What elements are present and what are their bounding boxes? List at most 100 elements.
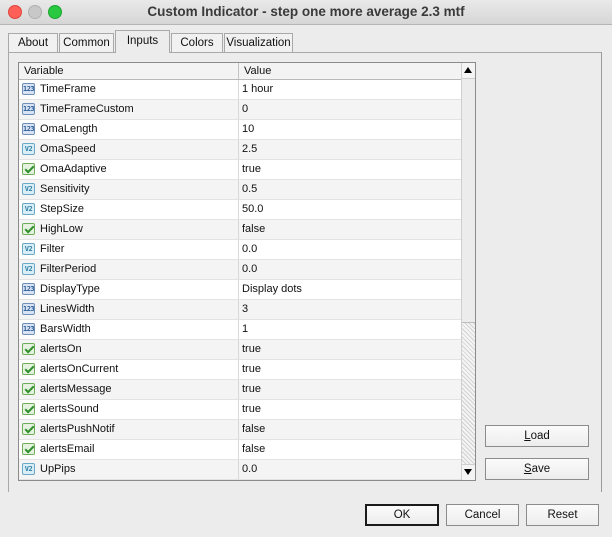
variable-name: BarsWidth (40, 323, 91, 335)
variable-name: Sensitivity (40, 183, 90, 195)
value-cell[interactable]: true (239, 340, 461, 359)
table-row[interactable]: V2 Sensitivity 0.5 (19, 180, 461, 200)
table-row[interactable]: V2 FilterPeriod 0.0 (19, 260, 461, 280)
value-cell[interactable]: 2.5 (239, 140, 461, 159)
cancel-button[interactable]: Cancel (446, 504, 519, 526)
table-row[interactable]: 123 BarsWidth 1 (19, 320, 461, 340)
table-row[interactable]: OmaAdaptive true (19, 160, 461, 180)
double-icon: V2 (22, 243, 35, 255)
table-row[interactable]: 123 TimeFrameCustom 0 (19, 100, 461, 120)
variable-cell[interactable]: alertsEmail (19, 440, 239, 459)
variable-cell[interactable]: 123 TimeFrameCustom (19, 100, 239, 119)
tab-colors[interactable]: Colors (171, 33, 223, 52)
value-cell[interactable]: 3 (239, 300, 461, 319)
variable-cell[interactable]: V2 OmaSpeed (19, 140, 239, 159)
scroll-down-arrow-icon[interactable] (462, 464, 475, 480)
column-header-value[interactable]: Value (239, 63, 461, 79)
save-label: ave (531, 463, 551, 475)
load-label: oad (530, 430, 550, 442)
table-row[interactable]: 123 LinesWidth 3 (19, 300, 461, 320)
variable-cell[interactable]: alertsPushNotif (19, 420, 239, 439)
value-cell[interactable]: 50.0 (239, 200, 461, 219)
int-icon: 123 (22, 283, 35, 295)
table-row[interactable]: V2 OmaSpeed 2.5 (19, 140, 461, 160)
table-row[interactable]: alertsOn true (19, 340, 461, 360)
table-row[interactable]: 123 OmaLength 10 (19, 120, 461, 140)
ok-button[interactable]: OK (365, 504, 439, 526)
variable-cell[interactable]: V2 UpPips (19, 460, 239, 479)
variable-name: HighLow (40, 223, 83, 235)
table-row[interactable]: V2 UpPips 0.0 (19, 460, 461, 480)
int-icon: 123 (22, 103, 35, 115)
value-cell[interactable]: true (239, 400, 461, 419)
variable-cell[interactable]: V2 Filter (19, 240, 239, 259)
value-cell[interactable]: 0.0 (239, 460, 461, 479)
value-cell[interactable]: false (239, 420, 461, 439)
double-icon: V2 (22, 203, 35, 215)
scroll-thumb[interactable] (462, 79, 475, 323)
variable-cell[interactable]: alertsMessage (19, 380, 239, 399)
table-row[interactable]: alertsPushNotif false (19, 420, 461, 440)
grid-header: Variable Value (19, 63, 461, 80)
table-row[interactable]: alertsSound true (19, 400, 461, 420)
column-header-variable[interactable]: Variable (19, 63, 239, 79)
tab-inputs[interactable]: Inputs (115, 30, 170, 53)
variable-cell[interactable]: alertsOn (19, 340, 239, 359)
value-cell[interactable]: 0.5 (239, 180, 461, 199)
variable-cell[interactable]: alertsSound (19, 400, 239, 419)
reset-button[interactable]: Reset (526, 504, 599, 526)
value-cell[interactable]: 0.0 (239, 260, 461, 279)
load-button[interactable]: Load (485, 425, 589, 447)
table-row[interactable]: alertsEmail false (19, 440, 461, 460)
table-row[interactable]: alertsOnCurrent true (19, 360, 461, 380)
variable-cell[interactable]: 123 DisplayType (19, 280, 239, 299)
variable-cell[interactable]: 123 LinesWidth (19, 300, 239, 319)
variable-name: StepSize (40, 203, 85, 215)
value-cell[interactable]: 0 (239, 100, 461, 119)
tab-visualization[interactable]: Visualization (224, 33, 293, 52)
variable-name: OmaSpeed (40, 143, 96, 155)
value-cell[interactable]: false (239, 220, 461, 239)
tab-common[interactable]: Common (59, 33, 114, 52)
bool-icon (22, 223, 35, 235)
variable-cell[interactable]: HighLow (19, 220, 239, 239)
table-row[interactable]: V2 Filter 0.0 (19, 240, 461, 260)
table-row[interactable]: 123 DisplayType Display dots (19, 280, 461, 300)
inputs-grid: Variable Value 123 TimeFrame 1 hour 123 Time… (18, 62, 476, 481)
value-cell[interactable]: 1 (239, 320, 461, 339)
value-cell[interactable]: false (239, 440, 461, 459)
window-title: Custom Indicator - step one more average… (147, 4, 465, 19)
bool-icon (22, 163, 35, 175)
table-row[interactable]: 123 TimeFrame 1 hour (19, 80, 461, 100)
int-icon: 123 (22, 123, 35, 135)
tab-about[interactable]: About (8, 33, 58, 52)
table-row[interactable]: alertsMessage true (19, 380, 461, 400)
variable-cell[interactable]: alertsOnCurrent (19, 360, 239, 379)
variable-cell[interactable]: 123 OmaLength (19, 120, 239, 139)
variable-cell[interactable]: 123 BarsWidth (19, 320, 239, 339)
variable-cell[interactable]: V2 StepSize (19, 200, 239, 219)
variable-name: FilterPeriod (40, 263, 97, 275)
variable-name: alertsOn (40, 343, 82, 355)
value-cell[interactable]: Display dots (239, 280, 461, 299)
bool-icon (22, 423, 35, 435)
variable-cell[interactable]: 123 TimeFrame (19, 80, 239, 99)
table-row[interactable]: HighLow false (19, 220, 461, 240)
bool-icon (22, 383, 35, 395)
scroll-track[interactable] (462, 323, 475, 465)
double-icon: V2 (22, 143, 35, 155)
value-cell[interactable]: true (239, 380, 461, 399)
scroll-up-arrow-icon[interactable] (462, 63, 475, 79)
value-cell[interactable]: true (239, 360, 461, 379)
save-button[interactable]: Save (485, 458, 589, 480)
table-row[interactable]: V2 StepSize 50.0 (19, 200, 461, 220)
value-cell[interactable]: 10 (239, 120, 461, 139)
value-cell[interactable]: 0.0 (239, 240, 461, 259)
value-cell[interactable]: true (239, 160, 461, 179)
grid-scrollbar[interactable] (461, 63, 475, 480)
variable-cell[interactable]: OmaAdaptive (19, 160, 239, 179)
value-cell[interactable]: 1 hour (239, 80, 461, 99)
variable-cell[interactable]: V2 Sensitivity (19, 180, 239, 199)
variable-name: alertsSound (40, 403, 99, 415)
variable-cell[interactable]: V2 FilterPeriod (19, 260, 239, 279)
